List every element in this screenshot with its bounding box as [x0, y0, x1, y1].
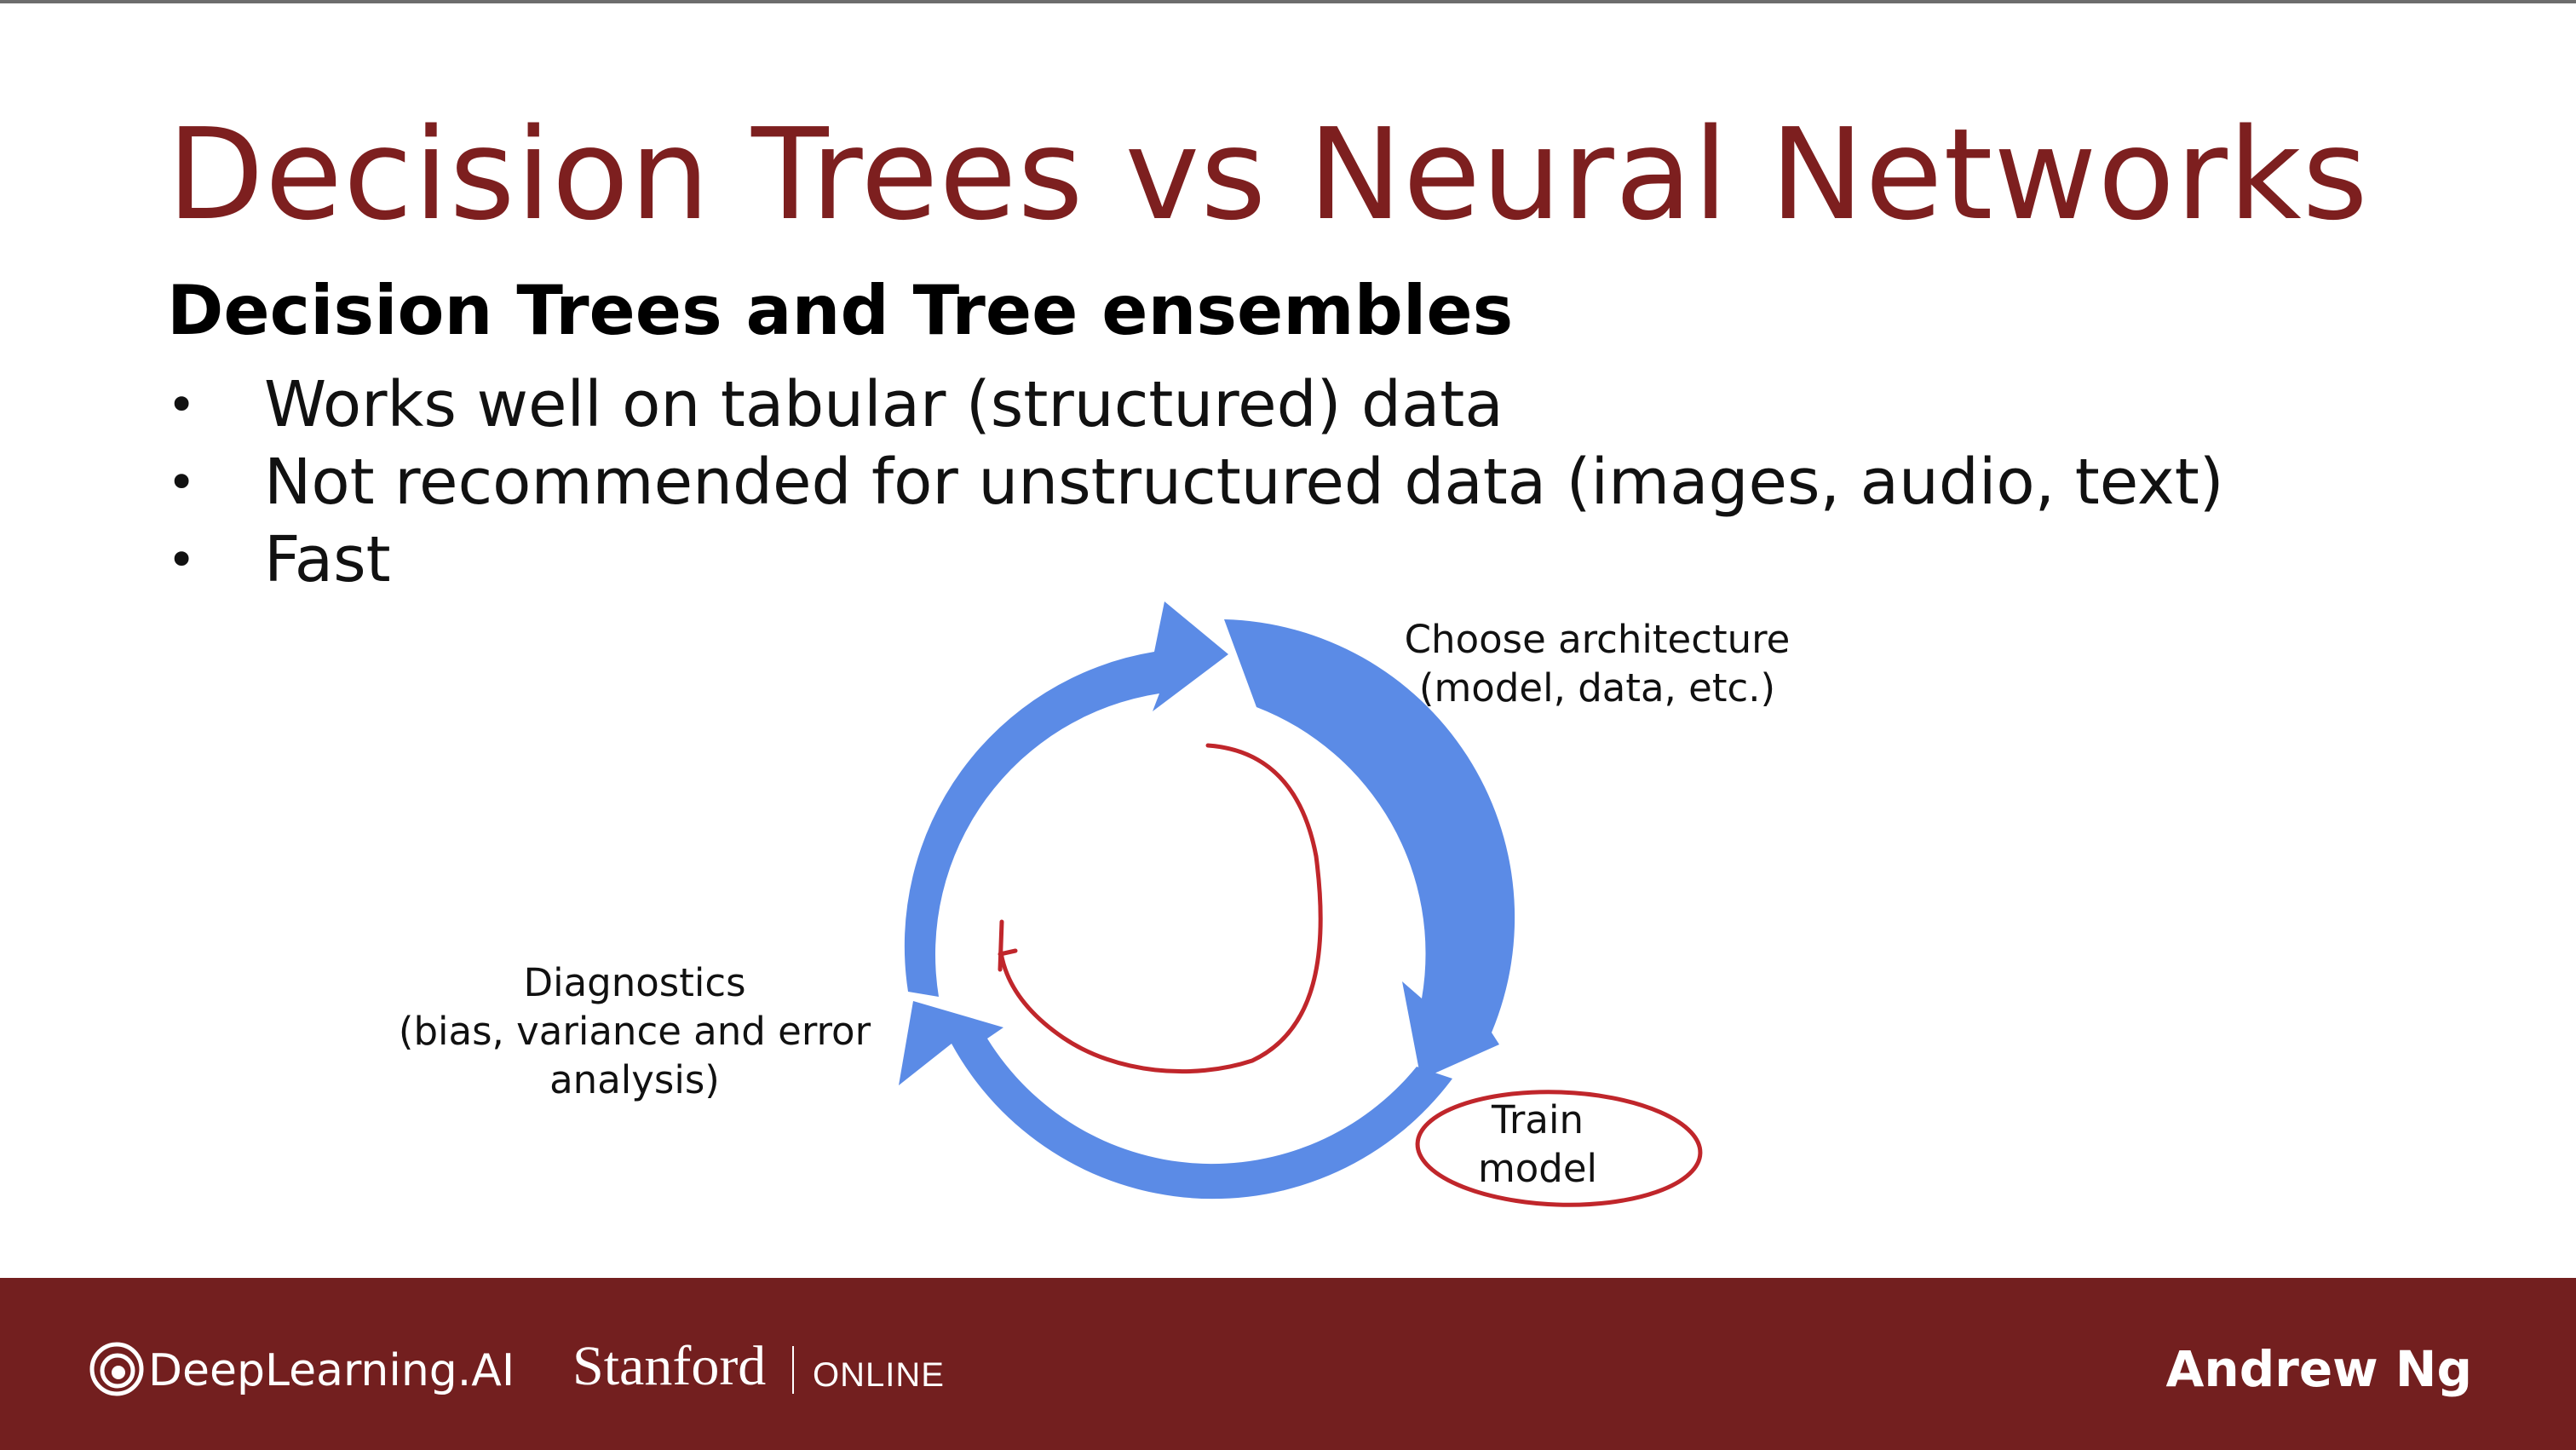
label-line: Choose architecture	[1404, 617, 1791, 662]
cycle-arrow-bottom	[899, 1001, 1452, 1200]
label-line: analysis)	[549, 1057, 720, 1102]
footer-bar: DeepLearning.AI Stanford ONLINE Andrew N…	[0, 1278, 2576, 1450]
label-line: Diagnostics	[523, 960, 746, 1005]
online-text: ONLINE	[813, 1356, 945, 1394]
choose-architecture-label: Choose architecture (model, data, etc.)	[1329, 615, 1866, 712]
label-line: (model, data, etc.)	[1418, 665, 1776, 711]
dev-cycle-diagram	[899, 601, 1703, 1207]
slide: Decision Trees vs Neural Networks Decisi…	[0, 0, 2576, 1450]
red-ink-arrowhead	[998, 919, 1018, 972]
train-model-label: Train model	[1440, 1096, 1636, 1193]
presenter-name: Andrew Ng	[2165, 1340, 2472, 1398]
deeplearning-swirl-icon	[89, 1342, 144, 1396]
label-line: (bias, variance and error	[398, 1009, 871, 1054]
label-line: Train	[1492, 1097, 1584, 1142]
label-line: model	[1477, 1146, 1598, 1191]
logo-divider	[792, 1346, 794, 1394]
red-ink-cycle-stroke	[998, 743, 1323, 1074]
diagnostics-label: Diagnostics (bias, variance and error an…	[358, 958, 911, 1104]
stanford-logo-text: Stanford	[572, 1335, 767, 1397]
cycle-arrow-top	[904, 601, 1228, 997]
deeplearning-ai-text: DeepLearning.AI	[148, 1345, 515, 1396]
